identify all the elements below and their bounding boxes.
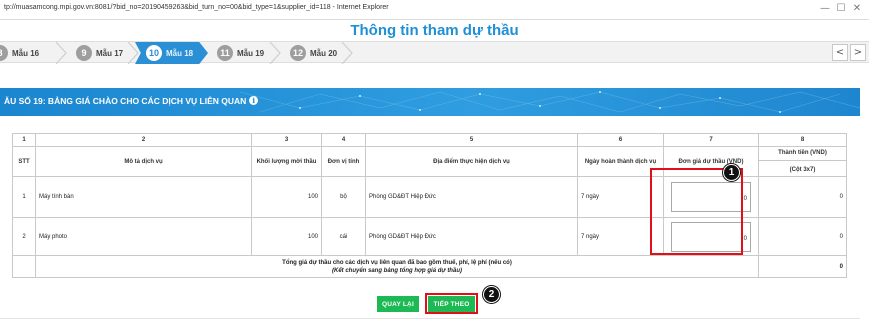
row-quantity: 100 [251,176,322,218]
column-number: 5 [365,133,578,147]
summary-label: Tổng giá dự thầu cho các dịch vụ liên qu… [282,259,512,266]
browser-titlebar: tp://muasamcong.mpi.gov.vn:8081/?bid_no=… [0,0,869,20]
step-number: 8 [0,45,8,61]
header-stt: STT [12,146,36,177]
minimize-icon[interactable]: — [818,3,832,15]
row-service: Máy tính bàn [35,176,252,218]
header-total-label: Thành tiền (VND) [778,150,827,156]
row-completion: 7 ngày [577,217,664,256]
back-button[interactable]: QUAY LẠI [377,296,419,312]
step-label: Mẫu 19 [237,48,265,58]
summary-empty [12,255,36,278]
form-banner: ẪU SỐ 19: BẢNG GIÁ CHÀO CHO CÁC DỊCH VỤ … [0,88,860,116]
step-prev-button[interactable]: < [832,44,848,61]
summary-label-cell: Tổng giá dự thầu cho các dịch vụ liên qu… [35,255,759,278]
unit-price-value: 0 [743,196,747,202]
header-total-sub: (Cột 3x7) [759,160,846,173]
bottom-divider [0,318,860,319]
unit-price-input[interactable]: 0 [671,221,751,252]
form-title: ẪU SỐ 19: BẢNG GIÁ CHÀO CHO CÁC DỊCH VỤ … [4,96,259,106]
column-number: 8 [758,133,847,147]
header-service: Mô tả dịch vụ [35,146,252,177]
step-navigation: 8 Mẫu 16 9 Mẫu 17 10 Mẫu 18 11 Mẫu 19 12… [0,41,869,64]
close-icon[interactable]: ✕ [850,3,864,15]
step-number: 12 [290,45,306,61]
summary-note: (Kết chuyển sang bảng tổng hợp giá dự th… [332,267,462,274]
table-row: 2 Máy photo 100 cái Phòng GD&ĐT Hiệp Đức… [12,217,847,256]
page-title: Thông tin tham dự thầu [350,22,519,39]
column-number: 3 [251,133,322,147]
step-number: 10 [146,45,162,61]
step-label: Mẫu 18 [166,48,194,58]
column-number: 7 [663,133,759,147]
chevron-right-icon [127,42,139,64]
row-unit-price-cell: 0 [663,176,759,218]
unit-price-input[interactable]: 0 [671,182,751,212]
row-stt: 2 [12,217,36,256]
callout-badge-2: 2 [483,286,500,303]
price-table: 1 2 3 4 5 6 7 8 STT Mô tả dịch vụ Khối l… [12,133,847,278]
step-item-mau-16[interactable]: 8 Mẫu 16 [0,42,39,64]
browser-url-title: tp://muasamcong.mpi.gov.vn:8081/?bid_no=… [4,4,389,11]
chevron-right-icon [55,42,67,64]
step-item-mau-19[interactable]: 11 Mẫu 19 [217,42,264,64]
unit-price-value: 0 [743,235,747,242]
row-unit: bộ [321,176,366,218]
info-icon[interactable]: i [249,96,259,105]
column-number: 4 [321,133,366,147]
step-item-mau-17[interactable]: 9 Mẫu 17 [76,42,123,64]
step-next-button[interactable]: > [850,44,866,61]
row-unit: cái [321,217,366,256]
row-completion: 7 ngày [577,176,664,218]
next-button[interactable]: TIẾP THEO [428,296,475,312]
step-label: Mẫu 17 [96,48,124,58]
row-quantity: 100 [251,217,322,256]
row-location: Phòng GD&ĐT Hiệp Đức [365,176,578,218]
header-total: Thành tiền (VND) (Cột 3x7) [758,146,847,177]
summary-value: 0 [758,255,847,278]
step-label: Mẫu 16 [12,48,40,58]
chevron-right-icon [341,42,353,64]
chevron-right-icon [269,42,281,64]
row-total: 0 [758,217,847,256]
column-number: 1 [12,133,36,147]
row-unit-price-cell: 0 [663,217,759,256]
maximize-icon[interactable]: ☐ [834,3,848,15]
header-quantity: Khối lượng mời thầu [251,146,322,177]
row-location: Phòng GD&ĐT Hiệp Đức [365,217,578,256]
row-service: Máy photo [35,217,252,256]
header-completion: Ngày hoàn thành dịch vụ [577,146,664,177]
column-number-row: 1 2 3 4 5 6 7 8 [12,133,847,147]
step-item-mau-20[interactable]: 12 Mẫu 20 [290,42,337,64]
step-label: Mẫu 20 [310,48,338,58]
step-number: 9 [76,45,92,61]
header-location: Địa điểm thực hiện dịch vụ [365,146,578,177]
column-number: 2 [35,133,252,147]
summary-row: Tổng giá dự thầu cho các dịch vụ liên qu… [12,255,847,278]
row-total: 0 [758,176,847,218]
callout-badge-1: 1 [723,164,740,181]
column-header-row: STT Mô tả dịch vụ Khối lượng mời thầu Đơ… [12,146,847,177]
step-number: 11 [217,45,233,61]
header-unit-price: Đơn giá dự thầu (VND) [663,146,759,177]
table-row: 1 Máy tính bàn 100 bộ Phòng GD&ĐT Hiệp Đ… [12,176,847,218]
form-title-text: ẪU SỐ 19: BẢNG GIÁ CHÀO CHO CÁC DỊCH VỤ … [4,96,247,106]
step-item-mau-18[interactable]: 10 Mẫu 18 [146,42,193,64]
column-number: 6 [577,133,664,147]
header-unit: Đơn vị tính [321,146,366,177]
row-stt: 1 [12,176,36,218]
